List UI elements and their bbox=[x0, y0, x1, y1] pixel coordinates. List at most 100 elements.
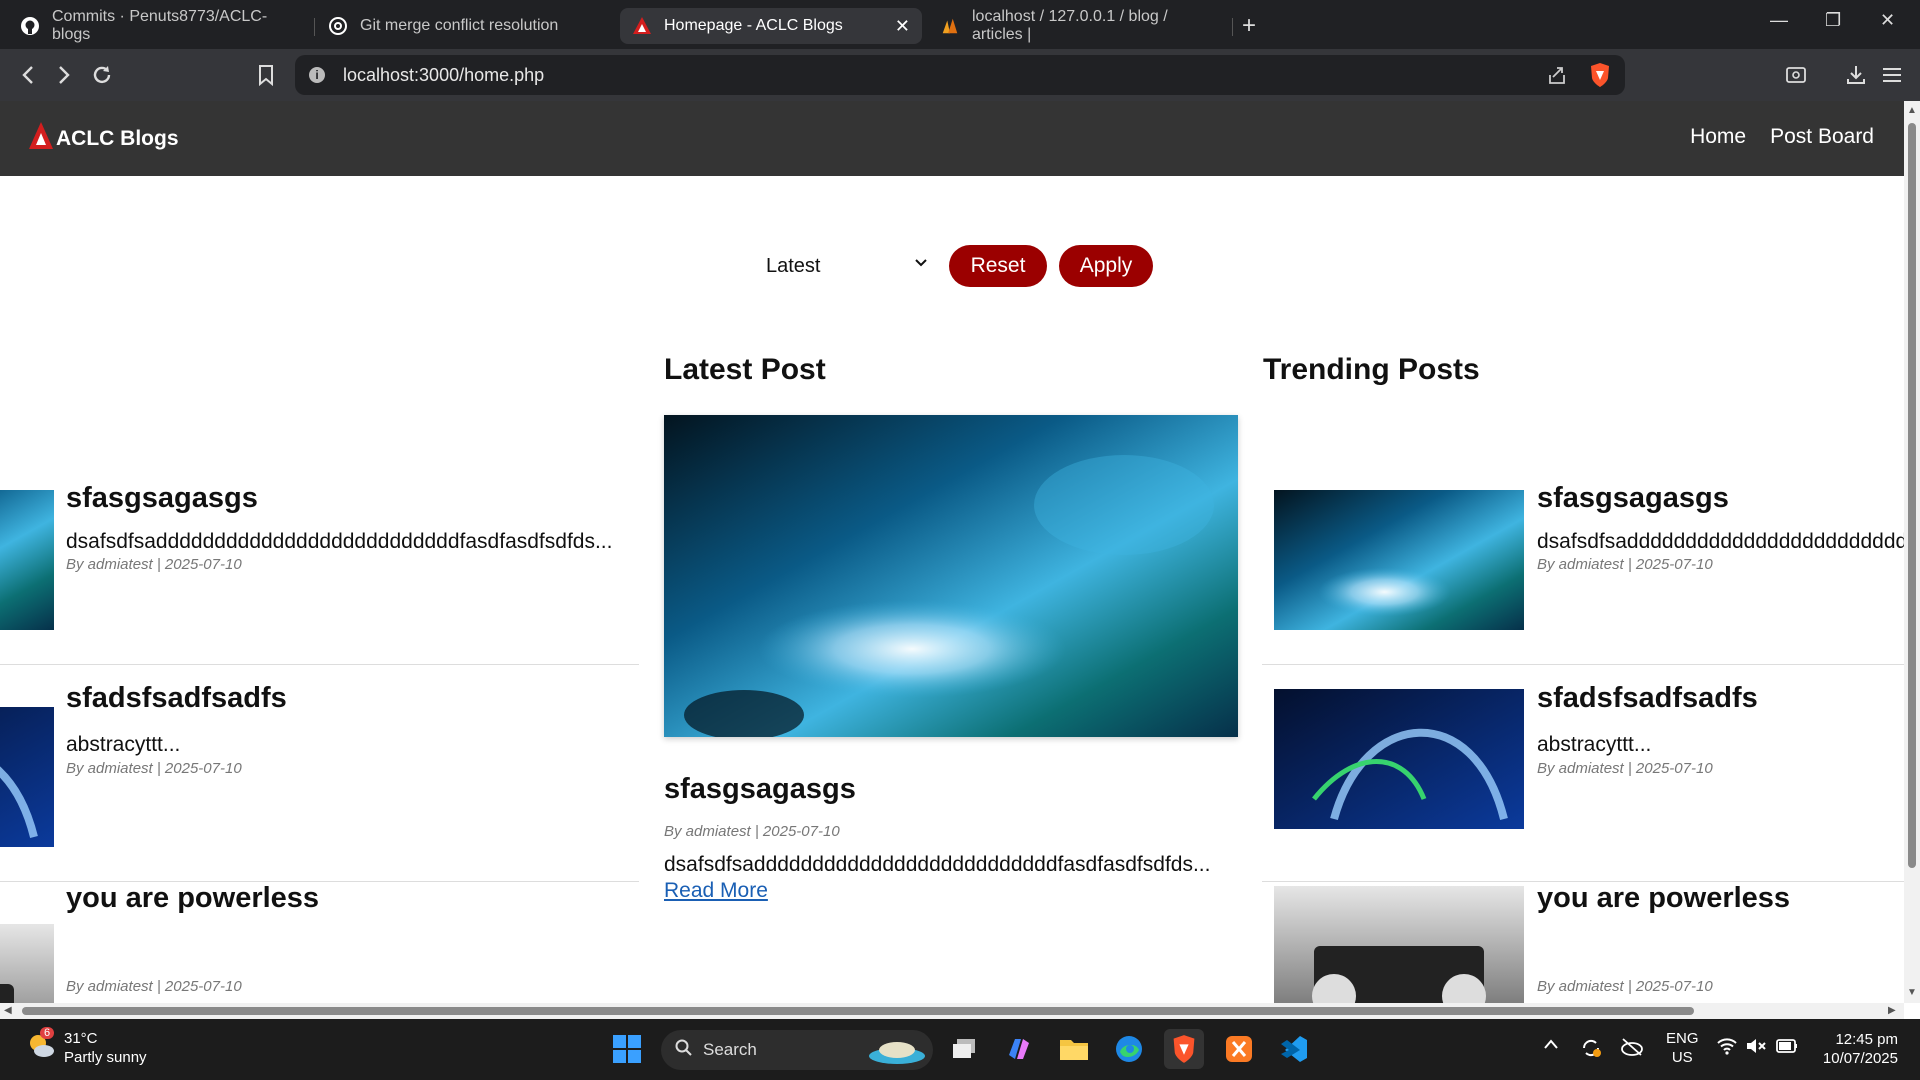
apply-button[interactable]: Apply bbox=[1059, 245, 1153, 287]
post-meta: By admiatest | 2025-07-10 bbox=[66, 978, 242, 995]
trending-post-card[interactable]: sfadsfsadfsadfs abstracyttt... By admiat… bbox=[1262, 665, 1904, 882]
language-indicator[interactable]: ENG US bbox=[1666, 1029, 1699, 1067]
sort-select-value: Latest bbox=[766, 255, 821, 277]
scroll-right-icon[interactable]: ▶ bbox=[1888, 1005, 1896, 1016]
latest-post-image[interactable] bbox=[664, 415, 1238, 737]
wifi-icon[interactable] bbox=[1716, 1037, 1738, 1059]
reader-mode-icon[interactable] bbox=[1782, 61, 1810, 89]
phpmyadmin-icon bbox=[940, 16, 960, 36]
site-brand: ACLC Blogs bbox=[56, 127, 179, 150]
scrollbar-thumb[interactable] bbox=[1908, 123, 1916, 868]
tab-commits[interactable]: Commits · Penuts8773/ACLC-blogs bbox=[8, 8, 308, 44]
tab-git-merge[interactable]: Git merge conflict resolution bbox=[316, 8, 616, 44]
post-excerpt: abstracyttt... bbox=[66, 733, 181, 756]
volume-muted-icon[interactable] bbox=[1745, 1037, 1767, 1059]
site-logo[interactable]: ACLC Blogs bbox=[28, 121, 179, 157]
scroll-left-icon[interactable]: ◀ bbox=[4, 1005, 12, 1016]
weather-temp: 31°C bbox=[64, 1030, 98, 1047]
url-text[interactable]: localhost:3000/home.php bbox=[343, 65, 544, 86]
tab-title: localhost / 127.0.0.1 / blog / articles … bbox=[972, 8, 1168, 43]
copilot-icon[interactable] bbox=[999, 1029, 1039, 1069]
weather-widget[interactable]: 6 31°C Partly sunny bbox=[26, 1026, 147, 1067]
trending-post-card[interactable]: you are powerless By admiatest | 2025-07… bbox=[1262, 882, 1904, 1003]
tab-title: Git merge conflict resolution bbox=[360, 17, 559, 34]
left-post-card[interactable]: you are powerless By admiatest | 2025-07… bbox=[0, 882, 639, 1003]
new-tab-icon[interactable]: + bbox=[1242, 12, 1256, 40]
left-post-card[interactable]: sfasgsagasgs dsafsdfsadddddddddddddddddd… bbox=[0, 448, 639, 665]
left-post-card[interactable]: sfadsfsadfsadfs abstracyttt... By admiat… bbox=[0, 665, 639, 882]
openai-icon bbox=[328, 16, 348, 36]
minimize-icon[interactable]: — bbox=[1770, 10, 1788, 31]
vscode-icon[interactable] bbox=[1274, 1029, 1314, 1069]
scroll-down-icon[interactable]: ▼ bbox=[1907, 987, 1917, 998]
post-title[interactable]: you are powerless bbox=[66, 882, 319, 915]
sort-filter-bar: Latest Reset Apply bbox=[0, 245, 1904, 289]
nav-post-board[interactable]: Post Board bbox=[1770, 125, 1874, 149]
post-title[interactable]: you are powerless bbox=[1537, 882, 1790, 915]
tab-title: Commits · Penuts8773/ACLC-blogs bbox=[52, 8, 268, 43]
windows-start-icon[interactable] bbox=[607, 1029, 647, 1069]
read-more-link[interactable]: Read More bbox=[664, 879, 768, 903]
tab-homepage[interactable]: Homepage - ACLC Blogs ✕ bbox=[620, 8, 922, 44]
post-title[interactable]: sfasgsagasgs bbox=[66, 482, 258, 515]
vertical-scrollbar[interactable]: ▲ ▼ bbox=[1904, 101, 1920, 1003]
trending-post-card[interactable]: sfasgsagasgs dsafsdfsadddddddddddddddddd… bbox=[1262, 448, 1904, 665]
search-highlight-icon bbox=[867, 1034, 927, 1071]
post-title[interactable]: sfadsfsadfsadfs bbox=[1537, 682, 1758, 715]
nav-home[interactable]: Home bbox=[1690, 125, 1746, 149]
post-excerpt: abstracyttt... bbox=[1537, 733, 1652, 756]
weather-desc: Partly sunny bbox=[64, 1049, 147, 1066]
reset-button[interactable]: Reset bbox=[949, 245, 1047, 287]
task-view-icon[interactable] bbox=[944, 1029, 984, 1069]
lang-top: ENG bbox=[1666, 1030, 1699, 1047]
chevron-up-icon[interactable] bbox=[1543, 1037, 1559, 1054]
file-explorer-icon[interactable] bbox=[1054, 1029, 1094, 1069]
browser-tabbar: Commits · Penuts8773/ACLC-blogs Git merg… bbox=[0, 0, 1920, 49]
site-nav: Home Post Board bbox=[1690, 125, 1874, 149]
chevron-down-icon bbox=[914, 255, 928, 273]
post-title[interactable]: sfadsfsadfsadfs bbox=[66, 682, 287, 715]
post-thumbnail bbox=[1274, 886, 1524, 1003]
latest-post-meta: By admiatest | 2025-07-10 bbox=[664, 823, 840, 840]
lang-bottom: US bbox=[1671, 1049, 1693, 1066]
post-meta: By admiatest | 2025-07-10 bbox=[66, 760, 242, 777]
restore-icon[interactable]: ❐ bbox=[1825, 10, 1841, 31]
search-icon bbox=[675, 1039, 693, 1062]
trending-posts-heading: Trending Posts bbox=[1263, 353, 1480, 386]
battery-icon[interactable] bbox=[1775, 1037, 1799, 1059]
forward-icon[interactable] bbox=[50, 61, 78, 89]
post-title[interactable]: sfasgsagasgs bbox=[1537, 482, 1729, 515]
download-icon[interactable] bbox=[1842, 61, 1870, 89]
site-header: ACLC Blogs Home Post Board bbox=[0, 101, 1904, 176]
aclc-logo-icon bbox=[28, 121, 54, 157]
post-excerpt: dsafsdfsaddddddddddddddddddddddddddfasdf… bbox=[1537, 530, 1904, 553]
address-bar[interactable]: i localhost:3000/home.php bbox=[295, 55, 1625, 95]
info-icon[interactable]: i bbox=[309, 67, 325, 83]
tab-divider bbox=[1232, 18, 1233, 36]
bookmark-icon[interactable] bbox=[252, 61, 280, 89]
onedrive-offline-icon[interactable] bbox=[1620, 1037, 1644, 1061]
tab-phpmyadmin[interactable]: localhost / 127.0.0.1 / blog / articles … bbox=[928, 8, 1228, 44]
page-viewport: ACLC Blogs Home Post Board Latest Reset … bbox=[0, 101, 1904, 1003]
post-excerpt: dsafsdfsaddddddddddddddddddddddddddfasdf… bbox=[66, 530, 613, 553]
back-icon[interactable] bbox=[14, 61, 42, 89]
system-clock[interactable]: 12:45 pm 10/07/2025 bbox=[1823, 1030, 1898, 1068]
menu-icon[interactable] bbox=[1878, 61, 1906, 89]
scrollbar-thumb[interactable] bbox=[22, 1007, 1694, 1015]
sort-select[interactable]: Latest bbox=[756, 247, 936, 287]
latest-post-heading: Latest Post bbox=[664, 353, 826, 386]
brave-shield-icon[interactable] bbox=[1589, 62, 1611, 93]
window-close-icon[interactable]: ✕ bbox=[1880, 10, 1895, 31]
scroll-up-icon[interactable]: ▲ bbox=[1907, 105, 1917, 116]
latest-post-title[interactable]: sfasgsagasgs bbox=[664, 773, 856, 806]
edge-browser-icon[interactable] bbox=[1109, 1029, 1149, 1069]
share-icon[interactable] bbox=[1547, 65, 1567, 90]
close-icon[interactable]: ✕ bbox=[895, 16, 910, 37]
brave-browser-icon[interactable] bbox=[1164, 1029, 1204, 1069]
sync-icon[interactable] bbox=[1580, 1037, 1602, 1063]
reload-icon[interactable] bbox=[88, 61, 116, 89]
taskbar-search[interactable]: Search bbox=[661, 1030, 933, 1070]
horizontal-scrollbar[interactable]: ◀ ▶ bbox=[0, 1003, 1904, 1019]
xampp-icon[interactable] bbox=[1219, 1029, 1259, 1069]
clock-time: 12:45 pm bbox=[1835, 1031, 1898, 1048]
